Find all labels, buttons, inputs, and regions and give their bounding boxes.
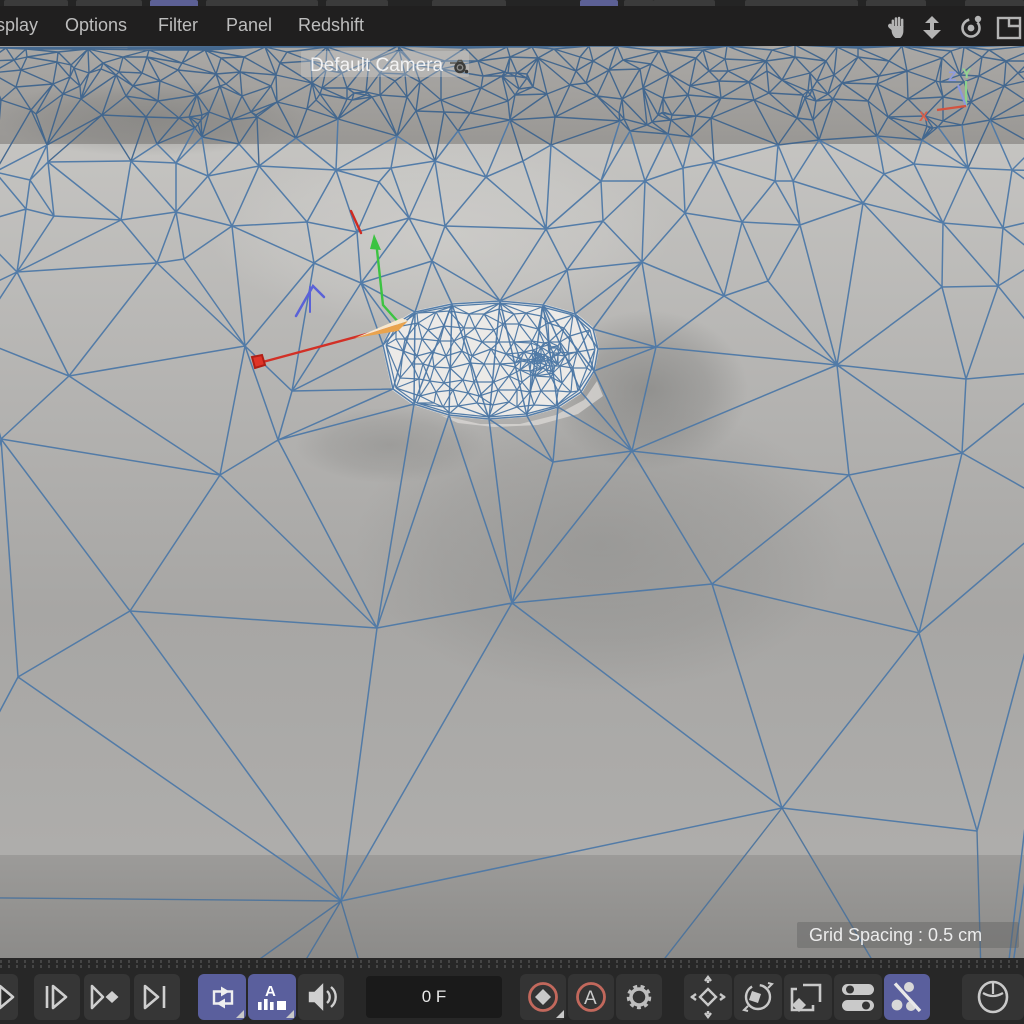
svg-text:Y: Y [962,65,972,81]
svg-text:Z: Z [948,68,957,84]
svg-text:X: X [919,108,929,124]
svg-text:A: A [584,988,597,1009]
svg-text:A: A [265,983,276,1000]
